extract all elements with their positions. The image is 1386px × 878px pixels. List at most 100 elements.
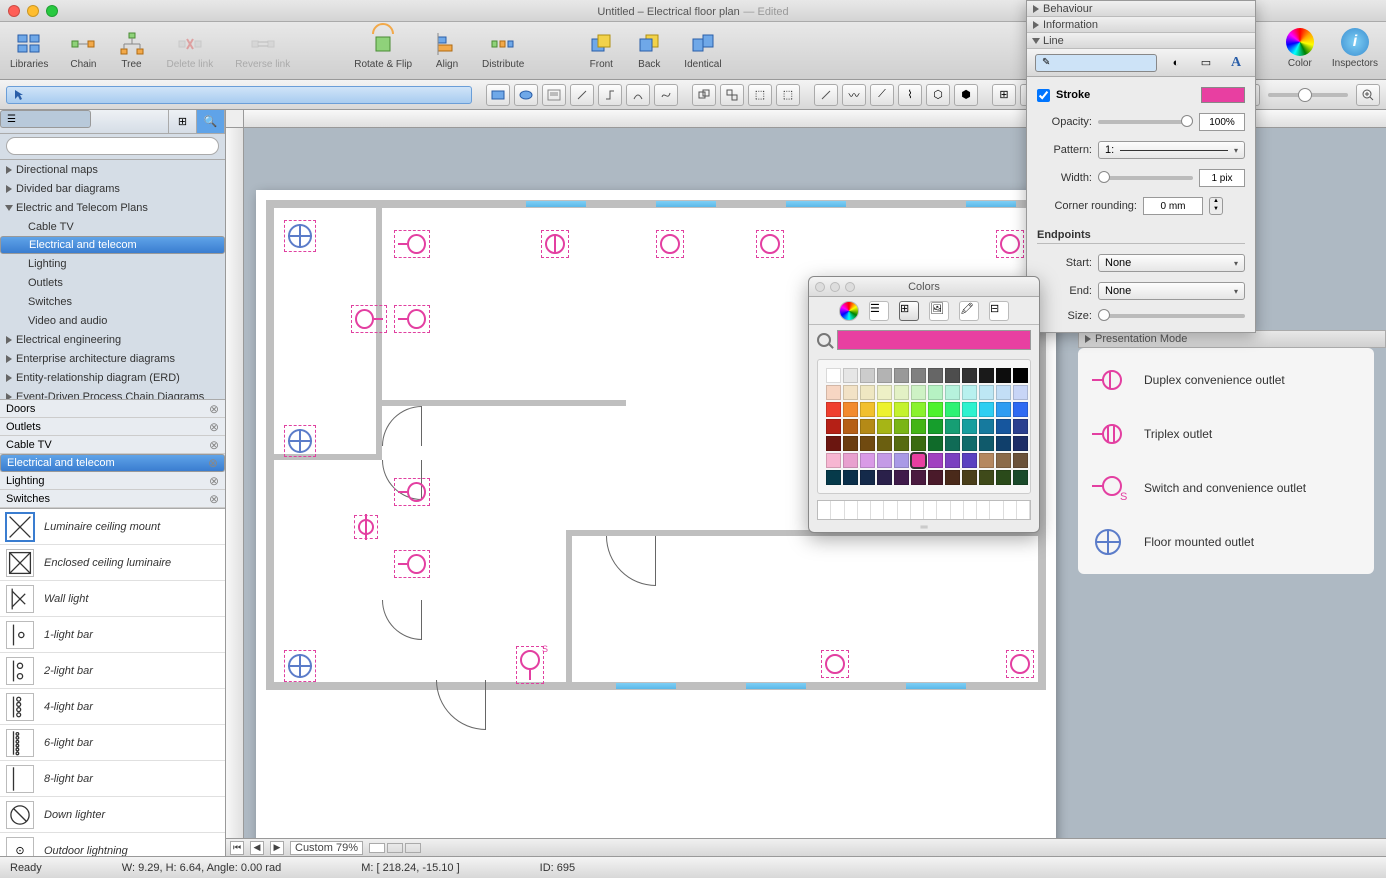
libraries-button[interactable]: Libraries [10,31,48,70]
connector-tool[interactable] [598,84,622,106]
page-first[interactable]: ⏮ [230,841,244,855]
arc-tool[interactable] [626,84,650,106]
color-cell[interactable] [894,402,909,417]
color-cell[interactable] [1013,368,1028,383]
distribute-button[interactable]: Distribute [482,31,524,70]
close-icon[interactable]: ⊗ [209,420,219,434]
color-cell[interactable] [979,368,994,383]
color-cell[interactable] [911,453,926,468]
shape-item[interactable]: 4-light bar [0,689,225,725]
shape-item[interactable]: Enclosed ceiling luminaire [0,545,225,581]
color-cell[interactable] [928,419,943,434]
color-cell[interactable] [894,368,909,383]
color-cell[interactable] [911,419,926,434]
opacity-slider[interactable] [1098,120,1193,124]
color-image-tab[interactable]: 🖼 [929,301,949,321]
symbol-triplex-outlet[interactable] [821,650,849,678]
stroke-checkbox[interactable] [1037,89,1050,102]
color-swatches-tab[interactable]: ⊟ [989,301,1009,321]
inspector-tab-shadow[interactable]: ◐ [1165,53,1187,73]
color-cell[interactable] [962,470,977,485]
front-button[interactable]: Front [588,31,614,70]
color-cell[interactable] [843,368,858,383]
stroke-color-swatch[interactable] [1201,87,1245,103]
color-cell[interactable] [894,470,909,485]
color-cell[interactable] [979,453,994,468]
sidebar-tab-grid[interactable]: ⊞ [169,110,197,133]
page-prev[interactable]: ◀ [250,841,264,855]
symbol-switch-outlet[interactable]: S [516,646,544,684]
tree-item[interactable]: Event-Driven Process Chain Diagrams [0,387,225,400]
tree-child[interactable]: Switches [0,292,225,311]
size-slider[interactable] [1098,314,1245,318]
color-cell[interactable] [979,385,994,400]
extra-tool-1[interactable]: ⬚ [748,84,772,106]
draw-tool-5[interactable]: ⬡ [926,84,950,106]
color-cell[interactable] [877,436,892,451]
draw-tool-4[interactable]: ⌇ [898,84,922,106]
line-tool[interactable] [570,84,594,106]
inspector-section-behaviour[interactable]: Behaviour [1027,1,1255,17]
inspectors-button[interactable]: i Inspectors [1332,28,1378,69]
color-cell[interactable] [928,368,943,383]
color-cell[interactable] [1013,402,1028,417]
color-cell[interactable] [877,368,892,383]
sidebar-search-input[interactable] [6,137,219,155]
color-cell[interactable] [1013,419,1028,434]
tree-item[interactable]: Entity-relationship diagram (ERD) [0,368,225,387]
shape-item[interactable]: Luminaire ceiling mount [0,509,225,545]
tree-item[interactable]: Divided bar diagrams [0,179,225,198]
color-cell[interactable] [860,385,875,400]
inspector-section-information[interactable]: Information [1027,17,1255,33]
sidebar-tab-list[interactable]: ☰ [0,110,91,128]
color-cell[interactable] [979,436,994,451]
sidebar-filter-input[interactable] [91,114,168,130]
tree-item[interactable]: Electrical engineering [0,330,225,349]
zoom-icon[interactable] [845,282,855,292]
color-cell[interactable] [843,402,858,417]
symbol-duplex-outlet[interactable] [394,230,430,258]
color-cell[interactable] [945,385,960,400]
color-cell[interactable] [911,436,926,451]
close-icon[interactable]: ⊗ [209,492,219,506]
color-cell[interactable] [877,385,892,400]
shape-item[interactable]: ⊙Outdoor lightning [0,833,225,856]
color-cell[interactable] [894,385,909,400]
width-input[interactable] [1199,169,1245,187]
tree-child[interactable]: Electrical and telecom [0,236,225,254]
color-cell[interactable] [843,436,858,451]
color-cell[interactable] [996,453,1011,468]
zoom-slider[interactable] [1268,93,1348,97]
corner-input[interactable] [1143,197,1203,215]
inspector-tab-stroke[interactable]: ✎ [1035,54,1157,72]
symbol-outlet[interactable] [394,550,430,578]
close-icon[interactable] [815,282,825,292]
open-stencil-row[interactable]: Cable TV⊗ [0,436,225,454]
color-cell[interactable] [860,453,875,468]
search-icon[interactable] [817,333,831,347]
color-cell[interactable] [962,453,977,468]
sidebar-tab-search[interactable]: 🔍 [197,110,225,133]
color-cell[interactable] [826,385,841,400]
color-cell[interactable] [1013,470,1028,485]
minimize-icon[interactable] [830,282,840,292]
tree-button[interactable]: Tree [119,31,145,70]
shape-item[interactable]: Down lighter [0,797,225,833]
color-cell[interactable] [911,385,926,400]
tree-child[interactable]: Lighting [0,254,225,273]
color-cell[interactable] [1013,436,1028,451]
color-cell[interactable] [928,470,943,485]
text-tool[interactable] [542,84,566,106]
align-button[interactable]: Align [434,31,460,70]
color-cell[interactable] [979,470,994,485]
color-palettes-tab[interactable]: ⊞ [899,301,919,321]
color-cell[interactable] [860,436,875,451]
spline-tool[interactable] [654,84,678,106]
color-cell[interactable] [928,385,943,400]
color-cell[interactable] [1013,385,1028,400]
shape-item[interactable]: 6-light bar [0,725,225,761]
color-cell[interactable] [826,419,841,434]
color-cell[interactable] [928,436,943,451]
shape-item[interactable]: 1-light bar [0,617,225,653]
color-cell[interactable] [877,470,892,485]
